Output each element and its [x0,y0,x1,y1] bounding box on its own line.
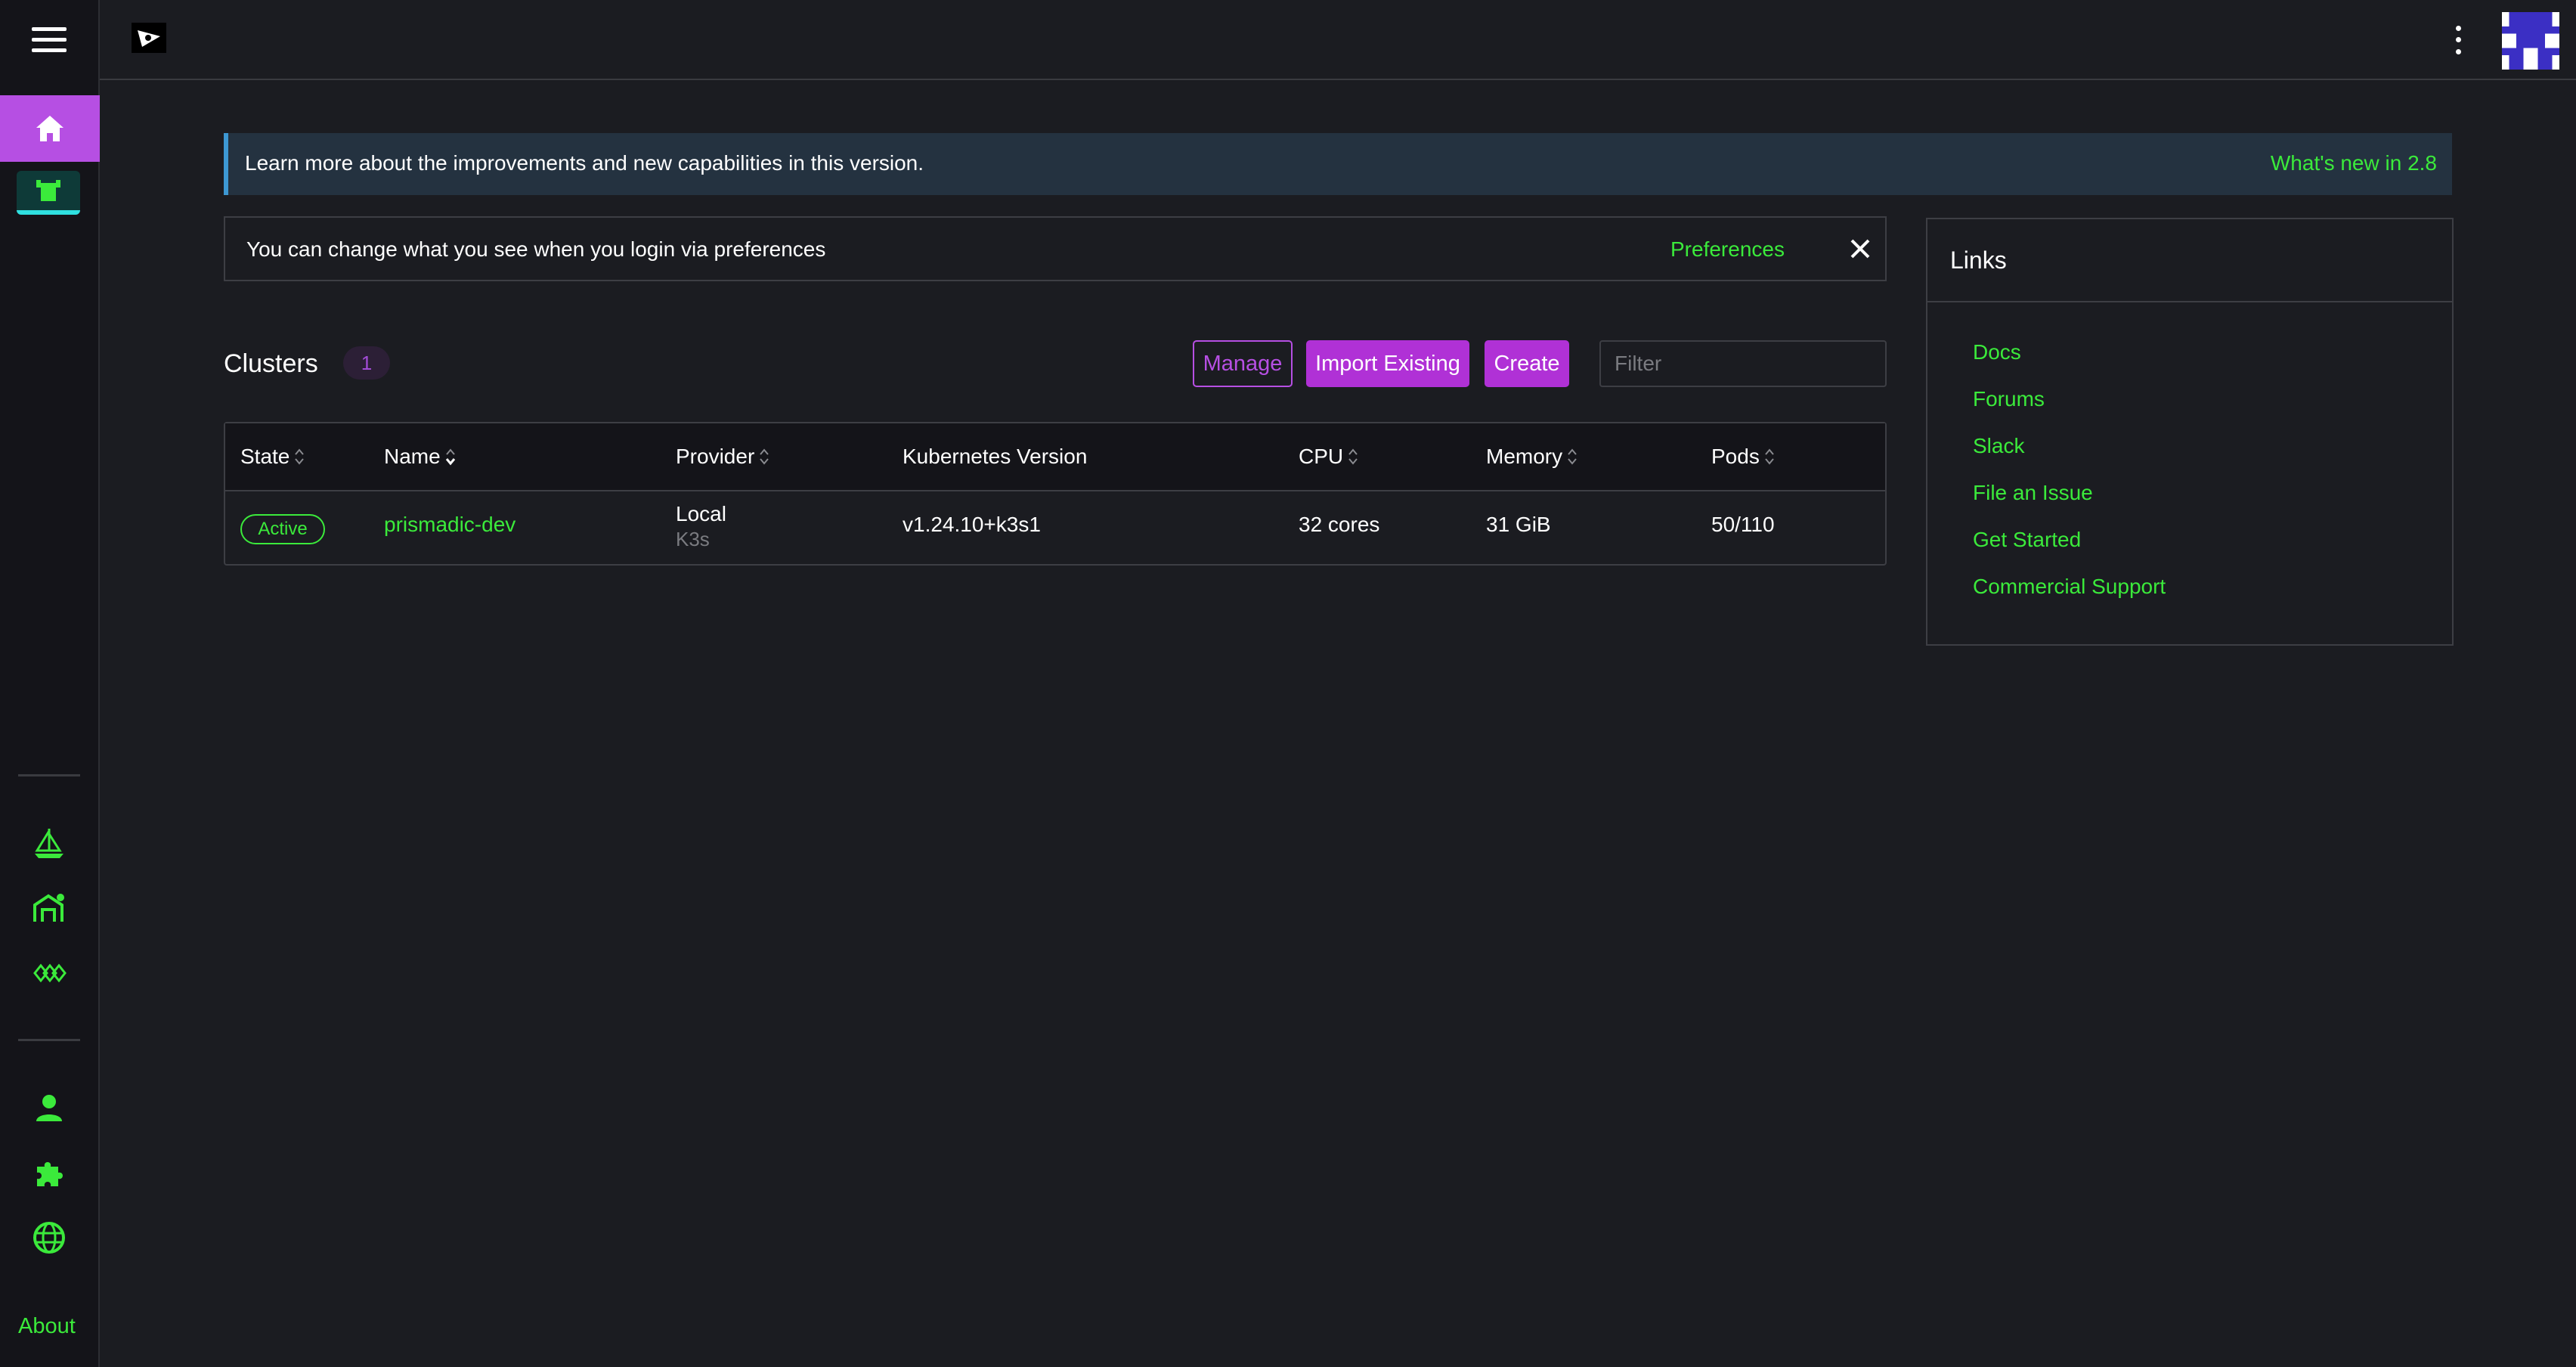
clusters-title: Clusters [224,349,318,378]
menu-icon[interactable] [32,27,67,53]
preferences-notice: You can change what you see when you log… [224,216,1887,281]
cluster-count-badge: 1 [343,346,390,380]
close-icon[interactable] [1849,237,1872,260]
cluster-cpu: 32 cores [1299,513,1380,536]
preferences-notice-text: You can change what you see when you log… [246,237,826,261]
docs-link[interactable]: Docs [1973,340,2166,387]
whats-new-link[interactable]: What's new in 2.8 [2271,151,2437,175]
side-nav: About [0,0,100,1367]
sort-icon [1348,448,1358,465]
cluster-icon [36,180,60,201]
helm-icon [35,829,63,858]
helm-nav-button[interactable] [30,824,68,862]
slack-link[interactable]: Slack [1973,434,2166,481]
banner-text: Learn more about the improvements and ne… [245,151,924,175]
column-header-state[interactable]: State [240,445,305,469]
manage-button[interactable]: Manage [1193,340,1293,387]
cluster-memory: 31 GiB [1486,513,1551,536]
extensions-icon [37,1162,63,1186]
status-badge: Active [240,514,325,544]
continuous-delivery-icon [33,894,64,922]
whats-new-banner: Learn more about the improvements and ne… [224,133,2452,195]
cluster-name-link[interactable]: prismadic-dev [384,513,516,537]
sort-icon [1765,448,1774,465]
globe-icon [33,1222,65,1254]
preferences-link[interactable]: Preferences [1670,237,1785,262]
top-bar [100,0,2576,80]
column-header-provider[interactable]: Provider [676,445,769,469]
file-an-issue-link[interactable]: File an Issue [1973,481,2166,528]
product-logo-icon[interactable] [132,23,166,53]
global-settings-nav-button[interactable] [30,1219,68,1257]
sidebar-divider [18,774,80,776]
column-header-cpu[interactable]: CPU [1299,445,1358,469]
continuous-delivery-nav-button[interactable] [30,889,68,927]
cluster-provider: Local [676,502,726,525]
links-panel: Links Docs Forums Slack File an Issue Ge… [1926,218,2454,646]
clusters-table: State Name Provider Kubernetes Version C… [224,422,1887,566]
filter-input[interactable] [1599,340,1887,387]
import-existing-button[interactable]: Import Existing [1306,340,1469,387]
links-list: Docs Forums Slack File an Issue Get Star… [1973,340,2166,622]
links-divider [1927,301,2452,302]
user-icon [36,1095,62,1121]
cluster-pods: 50/110 [1711,513,1775,536]
column-header-name[interactable]: Name [384,445,456,469]
extensions-nav-button[interactable] [30,1154,68,1192]
cluster-kubernetes-version: v1.24.10+k3s1 [903,513,1041,536]
cluster-nav-button[interactable] [17,171,80,215]
create-button[interactable]: Create [1485,340,1569,387]
sort-down-icon [445,448,455,466]
home-icon [36,116,63,141]
column-header-kubernetes-version: Kubernetes Version [903,445,1088,468]
sort-icon [1568,448,1577,465]
table-header: State Name Provider Kubernetes Version C… [225,423,1885,491]
more-options-icon[interactable] [2443,23,2473,57]
about-link[interactable]: About [18,1314,76,1339]
forums-link[interactable]: Forums [1973,387,2166,434]
column-header-pods[interactable]: Pods [1711,445,1775,469]
column-header-memory[interactable]: Memory [1486,445,1577,469]
cluster-provider-distro: K3s [676,528,710,550]
virtualization-icon [33,963,67,983]
virtualization-nav-button[interactable] [30,954,68,992]
sort-icon [295,448,305,465]
links-title: Links [1950,246,2007,274]
get-started-link[interactable]: Get Started [1973,528,2166,575]
sidebar-divider [18,1039,80,1041]
sort-icon [760,448,769,465]
users-nav-button[interactable] [30,1089,68,1127]
commercial-support-link[interactable]: Commercial Support [1973,575,2166,622]
avatar[interactable] [2502,12,2559,70]
home-nav-button[interactable] [0,95,100,162]
